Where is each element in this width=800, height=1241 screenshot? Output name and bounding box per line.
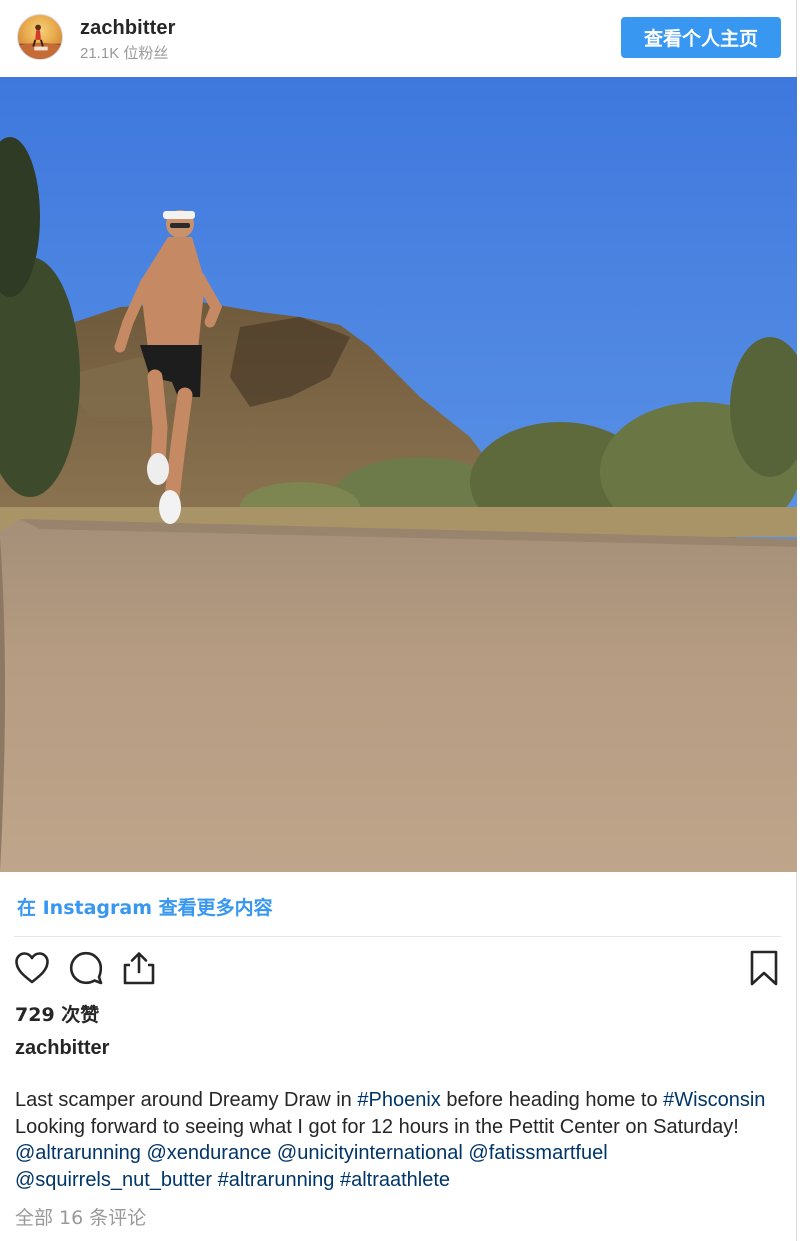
username[interactable]: zachbitter [80, 17, 175, 40]
mention-link[interactable]: @unicityinternational [277, 1142, 463, 1164]
caption-segment: Last scamper around Dreamy Draw in [15, 1089, 358, 1111]
follower-count: 21.1K 位粉丝 [80, 45, 169, 62]
mention-link[interactable]: @squirrels_nut_butter [15, 1169, 212, 1191]
view-profile-button[interactable]: 查看个人主页 [621, 17, 781, 58]
comment-button[interactable] [67, 948, 105, 988]
runner-photo [0, 77, 797, 872]
share-upload-icon [123, 952, 155, 985]
post-photo[interactable] [0, 77, 797, 872]
post-header: zachbitter 21.1K 位粉丝 查看个人主页 [0, 0, 797, 77]
view-all-comments-link[interactable]: 全部 16 条评论 [15, 1203, 146, 1230]
avatar-image [18, 24, 62, 59]
hashtag-link[interactable]: #altrarunning [218, 1169, 335, 1191]
hashtag-link[interactable]: #Phoenix [357, 1089, 440, 1111]
mention-link[interactable]: @altrarunning [15, 1142, 141, 1164]
share-button[interactable] [120, 948, 158, 988]
caption-segment: Looking forward to seeing what I got for… [15, 1115, 739, 1138]
save-button[interactable] [745, 948, 783, 988]
hashtag-link[interactable]: #altraathlete [340, 1169, 450, 1191]
comment-bubble-icon [69, 951, 103, 985]
mention-link[interactable]: @xendurance [147, 1142, 272, 1164]
bookmark-icon [750, 950, 778, 986]
caption-text: Last scamper around Dreamy Draw in #Phoe… [15, 1087, 785, 1193]
heart-icon [15, 952, 49, 984]
hashtag-link[interactable]: #Wisconsin [663, 1089, 765, 1111]
instagram-embed-card: zachbitter 21.1K 位粉丝 查看个人主页 在 Instagram … [0, 0, 797, 1241]
avatar[interactable] [17, 14, 63, 60]
divider [14, 936, 781, 937]
like-count[interactable]: 729 次赞 [15, 1000, 99, 1027]
like-button[interactable] [13, 948, 51, 988]
mention-link[interactable]: @fatissmartfuel [468, 1142, 607, 1164]
view-more-on-instagram-link[interactable]: 在 Instagram 查看更多内容 [17, 893, 273, 920]
caption-username[interactable]: zachbitter [15, 1037, 109, 1060]
caption-segment: before heading home to [440, 1089, 664, 1111]
